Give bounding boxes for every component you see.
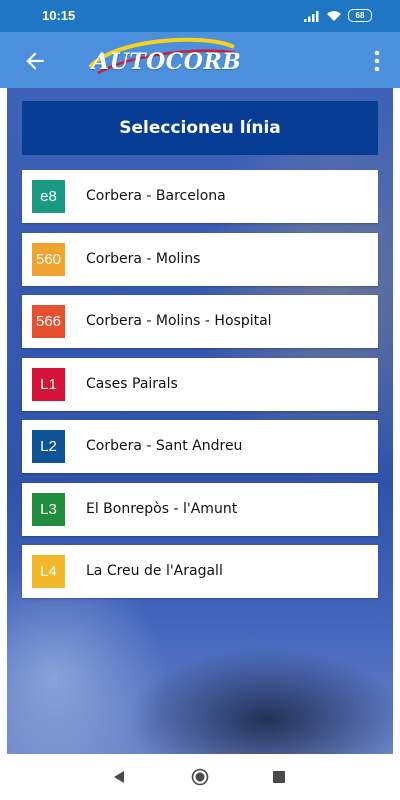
page-title: Seleccioneu línia: [22, 101, 378, 155]
line-item-l4[interactable]: L4 La Creu de l'Aragall: [22, 545, 378, 598]
line-item-560[interactable]: 560 Corbera - Molins: [22, 232, 378, 286]
background-photo-shadow: [127, 648, 393, 754]
line-item-l3[interactable]: L3 El Bonrepòs - l'Amunt: [22, 482, 378, 536]
line-badge: L2: [32, 430, 65, 463]
line-name: La Creu de l'Aragall: [86, 563, 223, 579]
line-item-566[interactable]: 566 Corbera - Molins - Hospital: [22, 295, 378, 348]
status-icons: 68: [304, 9, 372, 22]
main-content: Seleccioneu línia e8 Corbera - Barcelona…: [7, 88, 393, 754]
line-item-l2[interactable]: L2 Corbera - Sant Andreu: [22, 420, 378, 473]
signal-icon: [304, 10, 319, 22]
line-badge: 566: [32, 305, 65, 338]
status-bar: 10:15 68: [0, 0, 400, 32]
back-arrow-icon[interactable]: [22, 48, 48, 74]
line-name: Corbera - Barcelona: [86, 188, 226, 204]
line-badge: 560: [32, 242, 65, 276]
more-vert-icon[interactable]: [372, 48, 382, 74]
line-badge: L1: [32, 367, 65, 401]
system-nav-bar: [0, 754, 400, 800]
nav-recents-icon[interactable]: [273, 771, 285, 783]
nav-home-icon[interactable]: [191, 768, 209, 786]
wifi-icon: [327, 10, 341, 21]
nav-back-icon[interactable]: [112, 770, 126, 784]
line-name: Corbera - Sant Andreu: [86, 438, 243, 454]
line-name: Corbera - Molins - Hospital: [86, 313, 272, 329]
battery-icon: 68: [348, 9, 372, 22]
line-badge: L4: [32, 555, 65, 588]
line-name: Corbera - Molins: [86, 250, 201, 267]
line-name: El Bonrepòs - l'Amunt: [86, 500, 238, 517]
logo-text: AUTOCORB: [92, 49, 242, 75]
line-item-l1[interactable]: L1 Cases Pairals: [22, 357, 378, 411]
autocorb-logo: AUTOCORB: [84, 35, 244, 85]
status-time: 10:15: [42, 8, 76, 23]
line-badge: L3: [32, 492, 65, 526]
line-item-e8[interactable]: e8 Corbera - Barcelona: [22, 170, 378, 223]
line-list: e8 Corbera - Barcelona 560 Corbera - Mol…: [22, 170, 378, 608]
line-name: Cases Pairals: [86, 375, 178, 392]
app-bar: AUTOCORB: [0, 32, 400, 88]
line-badge: e8: [32, 180, 65, 213]
